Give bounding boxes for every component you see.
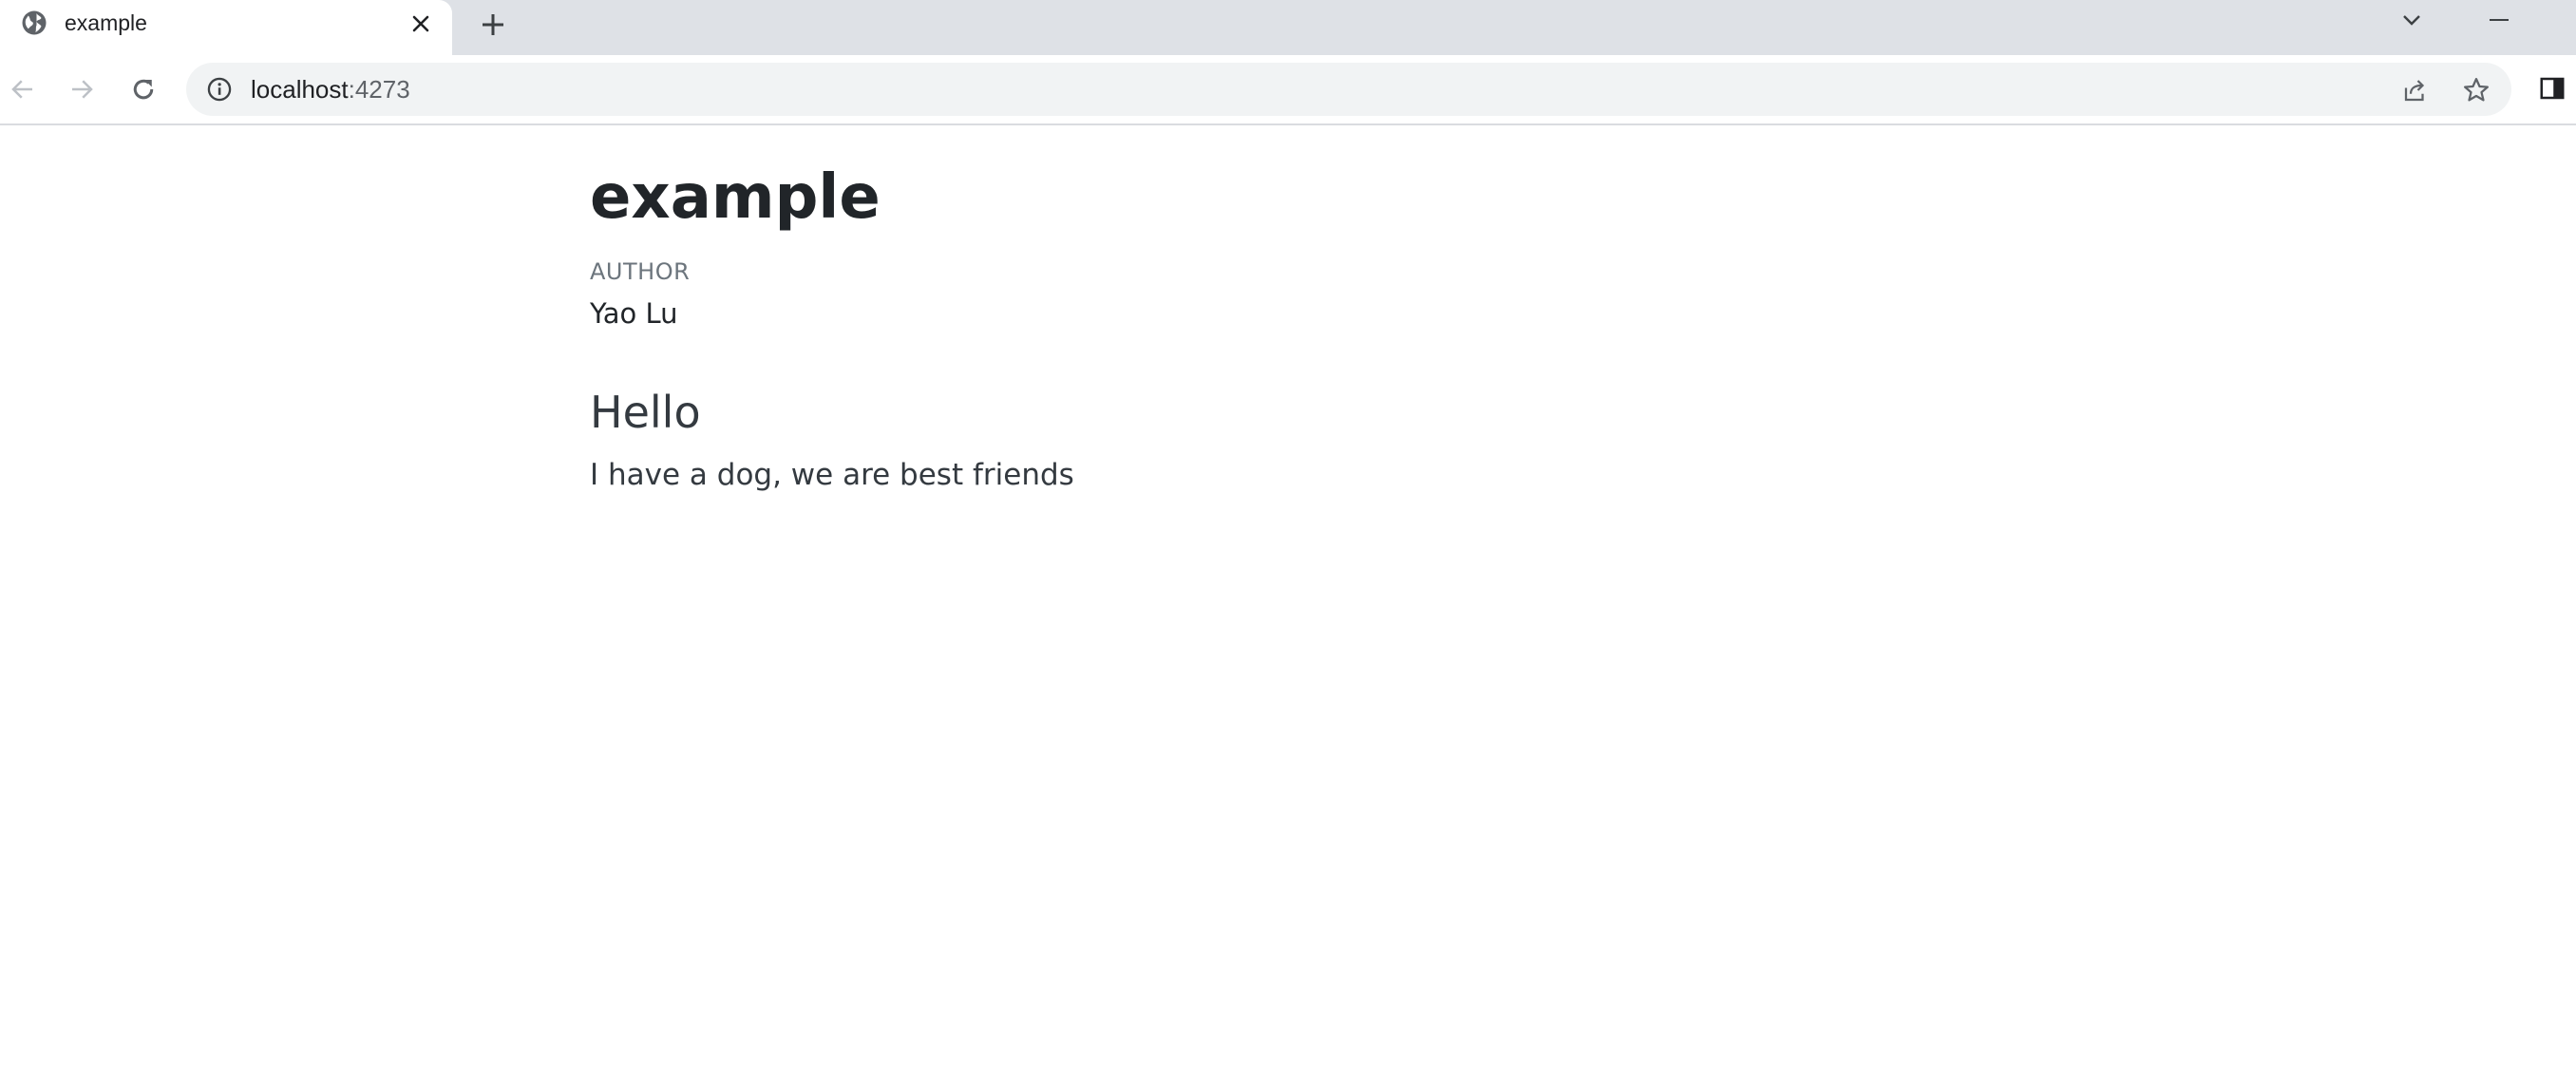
browser-window: example localhost:4273 example AUTHOR Ya…: [0, 0, 2576, 1082]
active-tab[interactable]: example: [0, 0, 452, 55]
url-host: localhost: [251, 75, 349, 104]
tab-strip: example: [0, 0, 2576, 55]
author-name: Yao Lu: [590, 297, 678, 330]
section-text: I have a dog, we are best friends: [590, 458, 1074, 492]
share-icon[interactable]: [2399, 74, 2432, 106]
plus-icon[interactable]: [477, 9, 509, 41]
url-text[interactable]: localhost:4273: [251, 75, 410, 104]
close-icon[interactable]: [407, 9, 435, 38]
url-port: :4273: [348, 75, 410, 104]
arrow-right-icon[interactable]: [65, 72, 99, 106]
document-content: example AUTHOR Yao Lu Hello I have a dog…: [590, 160, 1986, 496]
address-bar[interactable]: localhost:4273: [186, 63, 2511, 116]
arrow-left-icon[interactable]: [6, 72, 40, 106]
page-viewport: example AUTHOR Yao Lu Hello I have a dog…: [0, 125, 2576, 1082]
side-panel-icon[interactable]: [2536, 72, 2568, 104]
star-icon[interactable]: [2460, 74, 2492, 106]
chevron-down-icon[interactable]: [2397, 6, 2426, 34]
reload-icon[interactable]: [126, 72, 161, 106]
section-heading: Hello: [590, 387, 701, 438]
author-heading: AUTHOR: [590, 258, 691, 285]
browser-toolbar: localhost:4273: [0, 55, 2576, 125]
minimize-icon[interactable]: [2483, 6, 2515, 34]
info-icon[interactable]: [205, 75, 234, 104]
tab-title: example: [65, 10, 147, 35]
page-title: example: [590, 162, 881, 233]
globe-icon: [20, 9, 48, 37]
